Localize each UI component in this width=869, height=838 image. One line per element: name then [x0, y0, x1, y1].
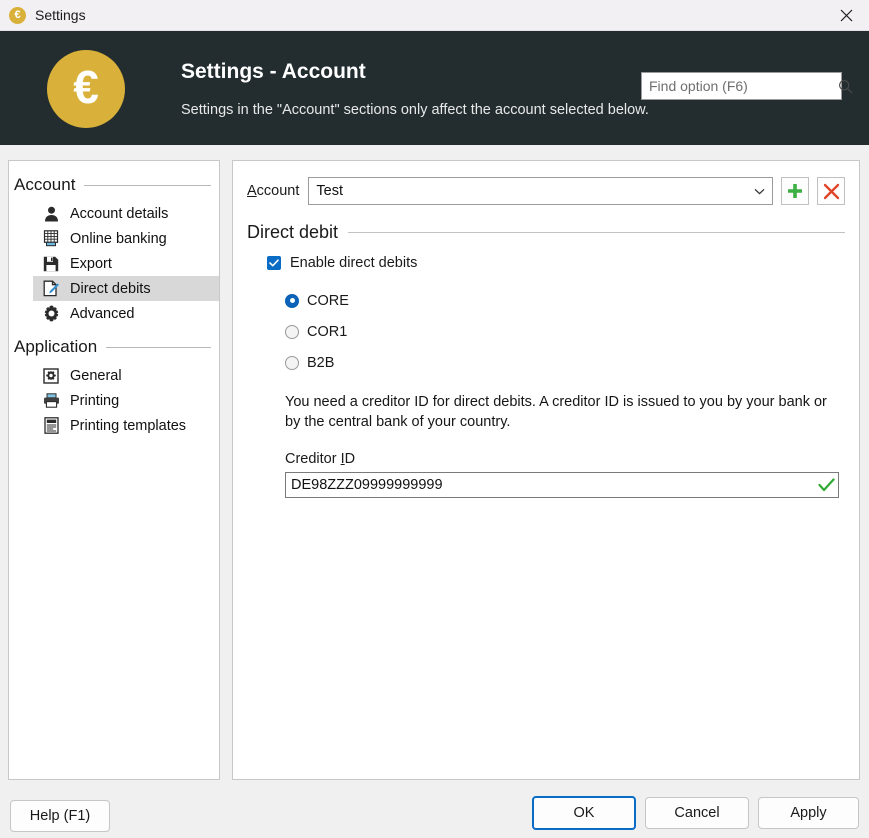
- account-label-accesskey: A: [247, 183, 257, 199]
- divider: [348, 232, 845, 233]
- sidebar-item-account-details[interactable]: Account details: [33, 201, 219, 226]
- sidebar-item-label: Online banking: [70, 230, 167, 247]
- settings-content-panel: Account Test Direct debit Enable direct …: [232, 160, 860, 780]
- close-icon[interactable]: [823, 0, 869, 30]
- scheme-option-core[interactable]: CORE: [285, 285, 845, 316]
- sidebar-item-printing-templates[interactable]: Printing templates: [33, 413, 219, 438]
- find-option-search[interactable]: [641, 72, 852, 100]
- document-lines-icon: [41, 417, 61, 435]
- printer-icon: [41, 392, 61, 410]
- section-title: Direct debit: [247, 222, 339, 242]
- account-dropdown-value: Test: [316, 183, 343, 199]
- sidebar-item-online-banking[interactable]: Online banking: [33, 226, 219, 251]
- radio-b2b-label: B2B: [307, 354, 335, 371]
- dialog-body: Account Account details Online banking E…: [0, 145, 869, 795]
- ok-button[interactable]: OK: [532, 796, 636, 830]
- sidebar-group-account: Account: [9, 175, 219, 195]
- sidebar-group-application: Application: [9, 337, 219, 357]
- creditor-id-label: Creditor ID: [285, 451, 845, 467]
- euro-logo-glyph: €: [73, 61, 99, 113]
- creditor-id-input[interactable]: DE98ZZZ09999999999: [285, 472, 839, 498]
- save-floppy-icon: [41, 255, 61, 273]
- chevron-down-icon[interactable]: [746, 188, 772, 195]
- divider: [84, 184, 211, 186]
- sidebar-item-advanced[interactable]: Advanced: [33, 301, 219, 326]
- radio-b2b[interactable]: [285, 355, 299, 370]
- sidebar-item-label: Account details: [70, 205, 169, 222]
- enable-direct-debits-label: Enable direct debits: [290, 255, 418, 271]
- delete-account-button[interactable]: [817, 177, 845, 205]
- search-input[interactable]: [642, 78, 834, 94]
- document-edit-icon: [41, 280, 61, 298]
- divider: [106, 346, 211, 348]
- direct-debit-section-header: Direct debit: [247, 222, 845, 243]
- search-icon[interactable]: [834, 79, 856, 94]
- euro-logo: €: [47, 49, 125, 128]
- window-title: Settings: [35, 7, 86, 23]
- apply-button[interactable]: Apply: [758, 797, 859, 829]
- settings-box-icon: [41, 367, 61, 385]
- creditor-id-value: DE98ZZZ09999999999: [291, 477, 443, 493]
- gear-icon: [41, 305, 61, 323]
- sidebar-group-label: Account: [14, 175, 76, 194]
- radio-cor1-label: COR1: [307, 323, 348, 340]
- account-label-rest: ccount: [256, 183, 300, 199]
- sidebar-item-label: Printing: [70, 392, 120, 409]
- sidebar-item-label: Direct debits: [70, 280, 151, 297]
- enable-direct-debits-row[interactable]: Enable direct debits: [267, 255, 845, 271]
- scheme-option-cor1[interactable]: COR1: [285, 316, 845, 347]
- creditor-id-label-suffix: D: [344, 451, 356, 467]
- sidebar-item-label: Export: [70, 255, 112, 272]
- page-title: Settings - Account: [181, 59, 366, 83]
- radio-cor1[interactable]: [285, 324, 299, 339]
- enable-direct-debits-checkbox[interactable]: [267, 256, 281, 270]
- sidebar-item-label: General: [70, 367, 122, 384]
- scheme-option-b2b[interactable]: B2B: [285, 347, 845, 378]
- page-subtitle: Settings in the "Account" sections only …: [181, 101, 649, 118]
- radio-core[interactable]: [285, 293, 299, 308]
- account-selector-row: Account Test: [247, 176, 845, 206]
- dialog-header: € Settings - Account Settings in the "Ac…: [0, 31, 869, 146]
- header-text-block: Settings - Account Settings in the "Acco…: [181, 60, 649, 118]
- window-titlebar: € Settings: [0, 0, 869, 31]
- creditor-id-info-text: You need a creditor ID for direct debits…: [285, 394, 827, 430]
- sidebar-item-direct-debits[interactable]: Direct debits: [33, 276, 219, 301]
- sidebar-item-general[interactable]: General: [33, 363, 219, 388]
- cancel-button[interactable]: Cancel: [645, 797, 749, 829]
- plus-icon: [788, 184, 802, 198]
- settings-sidebar: Account Account details Online banking E…: [8, 160, 220, 780]
- account-label: Account: [247, 183, 299, 199]
- calculator-icon: [41, 230, 61, 248]
- sidebar-item-label: Advanced: [70, 305, 135, 322]
- cross-icon: [823, 183, 839, 199]
- radio-core-label: CORE: [307, 292, 349, 309]
- sidebar-group-label: Application: [14, 337, 98, 356]
- dialog-footer: Help (F1) OK Cancel Apply: [0, 795, 869, 838]
- euro-coin-icon: €: [9, 6, 26, 24]
- add-account-button[interactable]: [781, 177, 809, 205]
- account-dropdown[interactable]: Test: [308, 177, 773, 205]
- sidebar-item-printing[interactable]: Printing: [33, 388, 219, 413]
- sidebar-item-label: Printing templates: [70, 417, 187, 434]
- sidebar-item-export[interactable]: Export: [33, 251, 219, 276]
- checkmark-icon: [814, 478, 838, 492]
- user-icon: [41, 205, 61, 223]
- creditor-id-label-prefix: Creditor: [285, 451, 341, 467]
- help-button[interactable]: Help (F1): [10, 800, 110, 832]
